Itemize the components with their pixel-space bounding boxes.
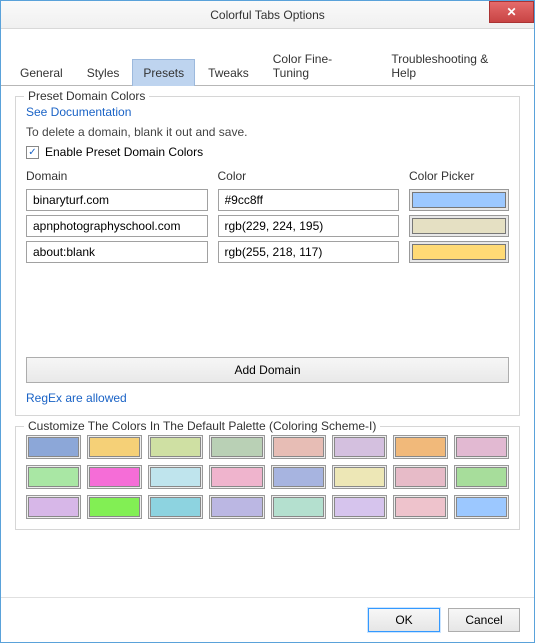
add-domain-button[interactable]: Add Domain — [26, 357, 509, 383]
table-row — [26, 189, 509, 211]
palette-swatch[interactable] — [87, 435, 142, 459]
color-swatch — [412, 218, 506, 234]
palette-swatch-color — [89, 497, 140, 517]
tab-tweaks[interactable]: Tweaks — [197, 59, 260, 86]
see-documentation-link[interactable]: See Documentation — [26, 105, 509, 119]
palette-swatch-color — [28, 467, 79, 487]
palette-swatch-color — [150, 497, 201, 517]
header-row: Domain Color Color Picker — [26, 169, 509, 185]
color-picker-button[interactable] — [409, 215, 509, 237]
ok-button[interactable]: OK — [368, 608, 440, 632]
palette-swatch-color — [456, 467, 507, 487]
table-row — [26, 215, 509, 237]
palette-swatch[interactable] — [454, 465, 509, 489]
palette-swatch[interactable] — [209, 465, 264, 489]
palette-swatch[interactable] — [209, 495, 264, 519]
palette-title: Customize The Colors In The Default Pale… — [24, 419, 380, 433]
palette-swatch-color — [273, 437, 324, 457]
table-row — [26, 241, 509, 263]
palette-swatch-color — [211, 437, 262, 457]
palette-swatch[interactable] — [26, 435, 81, 459]
palette-swatch[interactable] — [393, 435, 448, 459]
palette-swatch[interactable] — [393, 495, 448, 519]
palette-swatch-color — [334, 497, 385, 517]
palette-swatch-color — [28, 497, 79, 517]
palette-swatch-color — [334, 437, 385, 457]
palette-swatch[interactable] — [332, 495, 387, 519]
header-picker: Color Picker — [409, 169, 509, 183]
palette-swatch-color — [395, 467, 446, 487]
palette-swatch[interactable] — [26, 495, 81, 519]
palette-swatch[interactable] — [87, 465, 142, 489]
palette-swatch[interactable] — [454, 435, 509, 459]
palette-swatch[interactable] — [332, 465, 387, 489]
palette-swatch-color — [273, 467, 324, 487]
palette-swatch[interactable] — [271, 495, 326, 519]
tab-styles[interactable]: Styles — [76, 59, 131, 86]
palette-swatch-color — [334, 467, 385, 487]
palette-grid — [26, 435, 509, 519]
palette-swatch-color — [456, 437, 507, 457]
palette-swatch[interactable] — [26, 465, 81, 489]
palette-swatch[interactable] — [271, 465, 326, 489]
palette-swatch[interactable] — [393, 465, 448, 489]
palette-swatch[interactable] — [209, 435, 264, 459]
domain-field[interactable] — [26, 189, 208, 211]
palette-group: Customize The Colors In The Default Pale… — [15, 426, 520, 530]
regex-allowed-link[interactable]: RegEx are allowed — [26, 391, 127, 405]
close-icon: ✕ — [506, 5, 516, 19]
palette-swatch-color — [150, 437, 201, 457]
tab-color-fine-tuning[interactable]: Color Fine-Tuning — [262, 45, 379, 86]
options-window: Colorful Tabs Options ✕ General Styles P… — [0, 0, 535, 643]
close-button[interactable]: ✕ — [489, 1, 534, 23]
titlebar: Colorful Tabs Options ✕ — [1, 1, 534, 29]
color-field[interactable] — [218, 215, 400, 237]
cancel-button[interactable]: Cancel — [448, 608, 520, 632]
window-title: Colorful Tabs Options — [210, 8, 325, 22]
palette-swatch-color — [89, 467, 140, 487]
tab-general[interactable]: General — [9, 59, 74, 86]
header-domain: Domain — [26, 169, 208, 183]
enable-preset-row: ✓ Enable Preset Domain Colors — [26, 145, 509, 159]
palette-swatch[interactable] — [148, 465, 203, 489]
palette-swatch-color — [273, 497, 324, 517]
enable-preset-label: Enable Preset Domain Colors — [45, 145, 203, 159]
preset-domain-colors-group: Preset Domain Colors See Documentation T… — [15, 96, 520, 416]
palette-swatch[interactable] — [148, 435, 203, 459]
color-swatch — [412, 192, 506, 208]
palette-swatch-color — [89, 437, 140, 457]
palette-swatch-color — [28, 437, 79, 457]
palette-swatch-color — [211, 467, 262, 487]
tab-bar: General Styles Presets Tweaks Color Fine… — [1, 29, 534, 86]
color-picker-button[interactable] — [409, 189, 509, 211]
color-swatch — [412, 244, 506, 260]
header-color: Color — [218, 169, 400, 183]
palette-swatch-color — [456, 497, 507, 517]
palette-swatch[interactable] — [87, 495, 142, 519]
palette-swatch[interactable] — [271, 435, 326, 459]
group-title: Preset Domain Colors — [24, 89, 149, 103]
palette-swatch[interactable] — [148, 495, 203, 519]
color-field[interactable] — [218, 241, 400, 263]
palette-swatch[interactable] — [332, 435, 387, 459]
color-field[interactable] — [218, 189, 400, 211]
footer: OK Cancel — [1, 597, 534, 642]
palette-swatch-color — [395, 437, 446, 457]
tab-troubleshooting-help[interactable]: Troubleshooting & Help — [380, 45, 526, 86]
palette-swatch[interactable] — [454, 495, 509, 519]
content-area: Preset Domain Colors See Documentation T… — [1, 86, 534, 597]
palette-swatch-color — [211, 497, 262, 517]
palette-swatch-color — [395, 497, 446, 517]
enable-preset-checkbox[interactable]: ✓ — [26, 146, 39, 159]
tab-presets[interactable]: Presets — [132, 59, 195, 86]
domain-field[interactable] — [26, 241, 208, 263]
domain-field[interactable] — [26, 215, 208, 237]
color-picker-button[interactable] — [409, 241, 509, 263]
delete-instructions: To delete a domain, blank it out and sav… — [26, 125, 509, 139]
palette-swatch-color — [150, 467, 201, 487]
